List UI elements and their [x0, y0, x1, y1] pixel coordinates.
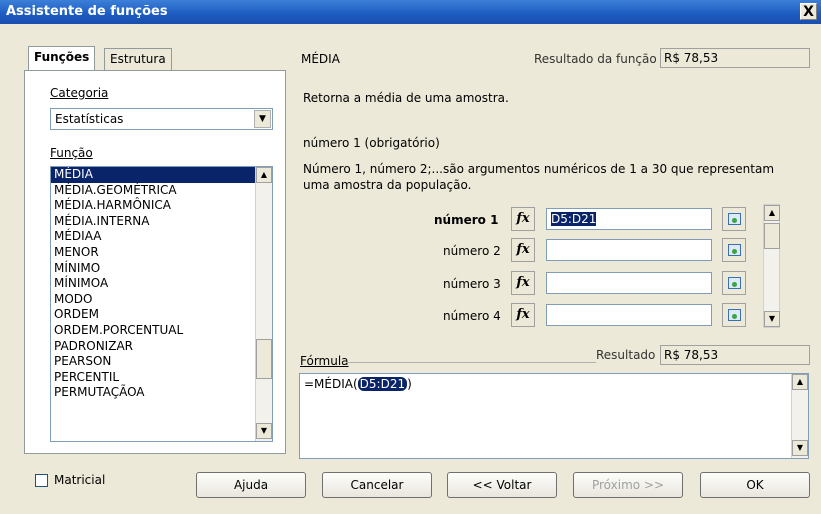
title-bar: Assistente de funções [0, 0, 821, 24]
function-list-item[interactable]: MÉDIA.HARMÔNICA [51, 198, 272, 214]
array-label: Matricial [54, 473, 106, 487]
shrink-dialog-icon [728, 213, 741, 225]
function-icon[interactable]: fx [511, 303, 535, 327]
category-value: Estatísticas [55, 112, 124, 126]
arrow-up-icon[interactable]: ▲ [792, 374, 808, 390]
formula-result-label: Resultado [596, 348, 656, 362]
formula-label: Fórmula [300, 354, 349, 368]
arrow-down-icon[interactable]: ▼ [256, 423, 272, 439]
function-list-item[interactable]: PEARSON [51, 354, 272, 370]
function-description: Retorna a média de uma amostra. [303, 91, 509, 105]
close-button[interactable]: X [800, 3, 817, 20]
param-description-line1: Número 1, número 2;...são argumentos num… [303, 162, 775, 176]
function-list-item[interactable]: MÍNIMOA [51, 276, 272, 292]
arrow-up-icon[interactable]: ▲ [764, 205, 780, 221]
function-list-item[interactable]: PERMUTAÇÃOA [51, 385, 272, 401]
formula-highlight: D5:D21 [357, 377, 408, 391]
function-list-item[interactable]: MÉDIA [51, 167, 272, 183]
formula-suffix: ) [407, 377, 412, 391]
arg-label-3: número 3 [443, 277, 501, 291]
param-description-line2: uma amostra da população. [303, 178, 472, 192]
shrink-dialog-icon [728, 244, 741, 256]
arrow-down-icon[interactable]: ▼ [764, 311, 780, 327]
shrink-dialog-button[interactable] [722, 207, 746, 231]
function-list-item[interactable]: PADRONIZAR [51, 339, 272, 355]
category-select[interactable]: Estatísticas ▼ [50, 108, 273, 130]
result-label: Resultado da função [534, 52, 657, 66]
formula-separator [346, 362, 596, 363]
function-icon[interactable]: fx [511, 271, 535, 295]
shrink-dialog-icon [728, 309, 741, 321]
tab-funcoes[interactable]: Funções [28, 46, 96, 70]
scroll-thumb[interactable] [256, 339, 272, 379]
arg-label-4: número 4 [443, 309, 501, 323]
arrow-up-icon[interactable]: ▲ [256, 167, 272, 183]
arg-input-3[interactable] [546, 272, 712, 294]
arrow-down-icon[interactable]: ▼ [792, 440, 808, 456]
arg-label-2: número 2 [443, 244, 501, 258]
function-list-item[interactable]: ORDEM.PORCENTUAL [51, 323, 272, 339]
function-list-item[interactable]: MÉDIA.INTERNA [51, 214, 272, 230]
formula-editor[interactable]: =MÉDIA(D5:D21) ▲ ▼ [299, 373, 809, 459]
arg-input-2[interactable] [546, 239, 712, 261]
array-checkbox[interactable] [35, 474, 48, 487]
shrink-dialog-button[interactable] [722, 303, 746, 327]
cancel-button[interactable]: Cancelar [322, 472, 432, 498]
arg-label-1: número 1 [434, 213, 499, 227]
function-list-item[interactable]: MENOR [51, 245, 272, 261]
next-button[interactable]: Próximo >> [573, 472, 683, 498]
scroll-thumb[interactable] [764, 223, 780, 249]
tab-estrutura[interactable]: Estrutura [104, 48, 172, 70]
function-result: R$ 78,53 [660, 48, 810, 68]
function-label: Função [50, 146, 93, 160]
back-button[interactable]: << Voltar [447, 472, 557, 498]
arguments-scrollbar[interactable]: ▲ ▼ [763, 204, 780, 328]
function-list-item[interactable]: PERCENTIL [51, 370, 272, 386]
function-name: MÉDIA [301, 52, 340, 66]
function-list-item[interactable]: MÉDIAA [51, 229, 272, 245]
function-list-item[interactable]: MÉDIA.GEOMÉTRICA [51, 183, 272, 199]
help-button[interactable]: Ajuda [196, 472, 306, 498]
function-list-item[interactable]: MODO [51, 292, 272, 308]
function-icon[interactable]: fx [511, 238, 535, 262]
shrink-dialog-icon [728, 277, 741, 289]
ok-button[interactable]: OK [700, 472, 810, 498]
function-list-item[interactable]: ORDEM [51, 307, 272, 323]
shrink-dialog-button[interactable] [722, 238, 746, 262]
formula-prefix: =MÉDIA( [304, 377, 358, 391]
function-list-item[interactable]: MÍNIMO [51, 261, 272, 277]
function-icon[interactable]: fx [511, 207, 535, 231]
arg-input-1[interactable]: D5:D21 [546, 208, 712, 230]
category-label: Categoria [50, 86, 109, 100]
arg-input-4[interactable] [546, 304, 712, 326]
formula-result: R$ 78,53 [660, 345, 810, 365]
formula-scrollbar[interactable]: ▲ ▼ [791, 374, 808, 458]
window-title: Assistente de funções [6, 4, 168, 19]
function-list[interactable]: MÉDIA MÉDIA.GEOMÉTRICA MÉDIA.HARMÔNICA MÉDI… [50, 166, 273, 442]
param-title: número 1 (obrigatório) [303, 136, 440, 150]
shrink-dialog-button[interactable] [722, 271, 746, 295]
function-list-scrollbar[interactable]: ▲ ▼ [255, 167, 272, 441]
chevron-down-icon[interactable]: ▼ [254, 110, 271, 128]
function-list-items: MÉDIA MÉDIA.GEOMÉTRICA MÉDIA.HARMÔNICA MÉDI… [51, 167, 272, 401]
